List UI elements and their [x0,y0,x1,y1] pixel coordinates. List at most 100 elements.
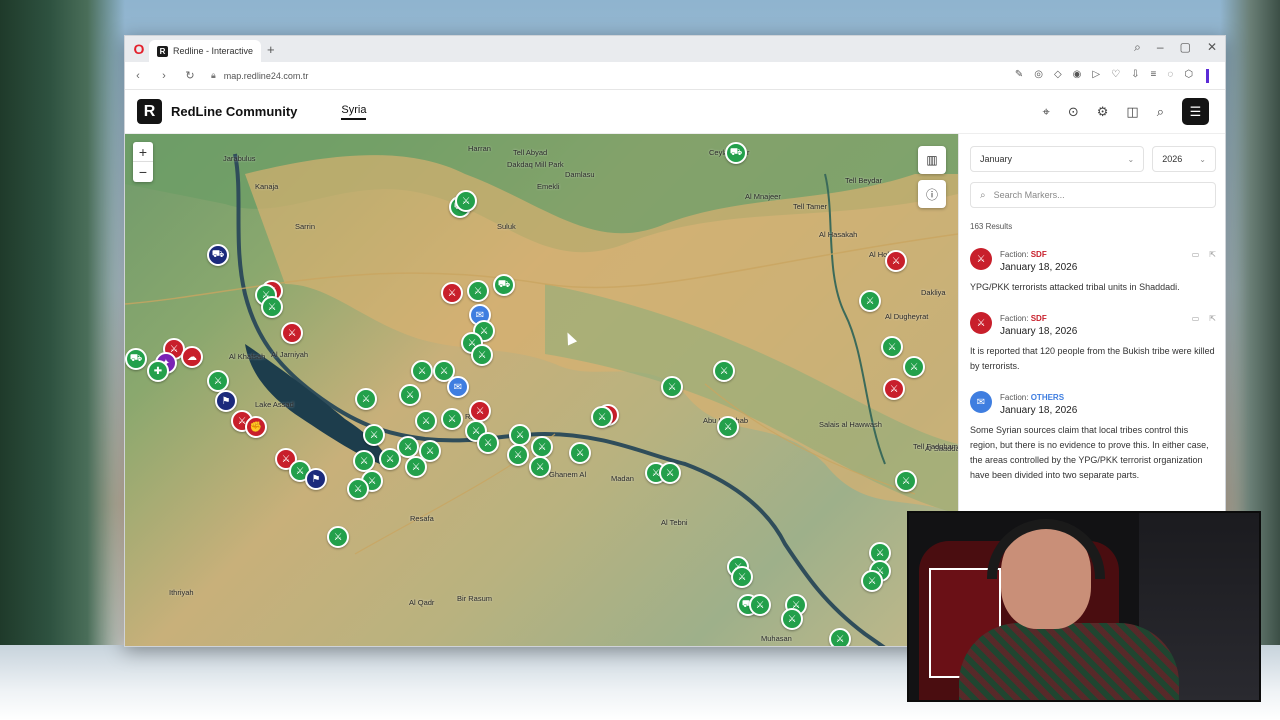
map-marker-clash[interactable]: ⚔ [281,322,303,344]
map-marker-clash[interactable]: ⚔ [829,628,851,646]
map-marker-clash[interactable]: ⚔ [415,410,437,432]
map-marker-clash[interactable]: ⚔ [903,356,925,378]
map-marker-protest[interactable]: ☁ [181,346,203,368]
pin-icon[interactable]: ⊙ [1068,104,1079,120]
month-select[interactable]: January ⌄ [970,146,1145,172]
place-label: Salais al Hawwash [819,420,882,429]
map-marker-clash[interactable]: ⚔ [749,594,771,616]
map-marker-clash[interactable]: ⚔ [569,442,591,464]
external-link-icon[interactable]: ⇱ [1209,250,1216,259]
map-marker-checkpoint[interactable]: ⚑ [305,468,327,490]
tag-icon[interactable]: ⌖ [1043,104,1050,120]
minimize-button[interactable]: – [1157,40,1164,55]
map-marker-clash[interactable]: ⚔ [469,400,491,422]
place-label: Bir Rasum [457,594,493,603]
map-marker-clash[interactable]: ⚔ [379,448,401,470]
map-marker-clash[interactable]: ⚔ [355,388,377,410]
marker-list-item[interactable]: ⚔ Faction: SDF January 18, 2026 ▭ ⇱ YPG/… [970,248,1216,295]
marker-list-item[interactable]: ✉ Faction: OTHERS January 18, 2026 Some … [970,391,1216,483]
map-marker-clash[interactable]: ⚔ [507,444,529,466]
map-marker-protest[interactable]: ✊ [245,416,267,438]
marker-list-item[interactable]: ⚔ Faction: SDF January 18, 2026 ▭ ⇱ It i… [970,312,1216,374]
menu-icon[interactable]: ☰ [1182,98,1209,125]
site-logo[interactable]: R [137,99,162,124]
close-button[interactable]: ✕ [1207,40,1217,55]
map-marker-truck[interactable]: ⛟ [207,244,229,266]
play-icon[interactable]: ▷ [1092,69,1100,83]
reload-icon[interactable]: ↻ [185,69,195,82]
map-marker-clash[interactable]: ⚔ [717,416,739,438]
map-marker-clash[interactable]: ⚔ [661,376,683,398]
map-marker-clash[interactable]: ⚔ [471,344,493,366]
zoom-out-button[interactable]: − [133,162,153,182]
vpn-icon[interactable]: ◉ [1073,69,1082,83]
easy-setup-icon[interactable]: ≡ [1150,69,1156,83]
browser-tab[interactable]: R Redline - Interactive Strat [149,40,261,62]
map-marker-clash[interactable]: ⚔ [441,408,463,430]
map-marker-clash[interactable]: ⚔ [327,526,349,548]
map-marker-support[interactable]: ✚ [147,360,169,382]
tab-syria[interactable]: Syria [341,104,367,120]
external-link-icon[interactable]: ⇱ [1209,314,1216,323]
new-tab-button[interactable]: + [267,42,275,57]
camera-icon[interactable]: ◫ [1126,104,1138,120]
map-marker-clash[interactable]: ⚔ [781,608,803,630]
map-marker-clash[interactable]: ⚔ [411,360,433,382]
zoom-in-button[interactable]: + [133,142,153,162]
info-button[interactable]: ⓘ [918,180,946,208]
video-icon[interactable]: ▭ [1192,314,1200,323]
browser-search-icon[interactable]: ⌕ [1134,40,1141,55]
map-marker-clash[interactable]: ⚔ [529,456,551,478]
map-canvas[interactable]: + − ▥ ⓘ Harran Tell Abyad Ceylanpınar Ja… [125,134,958,646]
map-marker-clash[interactable]: ⚔ [441,282,463,304]
map-marker-truck[interactable]: ⛟ [725,142,747,164]
site-title[interactable]: RedLine Community [171,104,297,119]
shield-icon[interactable]: ◇ [1054,69,1062,83]
opera-logo-icon[interactable]: O [129,41,149,57]
map-marker-clash[interactable]: ⚔ [713,360,735,382]
map-marker-truck[interactable]: ⛟ [493,274,515,296]
maximize-button[interactable]: ▢ [1180,40,1191,55]
search-markers-input[interactable] [993,190,1194,200]
map-marker-clash[interactable]: ⚔ [861,570,883,592]
place-label: Tell Fadghami [913,442,958,451]
layers-button[interactable]: ▥ [918,146,946,174]
map-marker-announcement[interactable]: ✉ [447,376,469,398]
map-marker-truck[interactable]: ⛟ [125,348,147,370]
map-marker-clash[interactable]: ⚔ [347,478,369,500]
search-icon[interactable]: ⌕ [1157,104,1164,120]
back-icon[interactable]: ‹ [133,70,143,82]
map-marker-checkpoint[interactable]: ⚑ [215,390,237,412]
url-field[interactable]: 🔒︎ map.redline24.com.tr [211,70,308,81]
map-marker-clash[interactable]: ⚔ [477,432,499,454]
map-marker-clash[interactable]: ⚔ [207,370,229,392]
map-marker-clash[interactable]: ⚔ [399,384,421,406]
map-marker-clash[interactable]: ⚔ [467,280,489,302]
map-marker-clash[interactable]: ⚔ [881,336,903,358]
profile-icon[interactable]: ◌ [1167,69,1173,83]
map-marker-clash[interactable]: ⚔ [659,462,681,484]
edit-icon[interactable]: ✎ [1015,69,1023,83]
map-marker-clash[interactable]: ⚔ [363,424,385,446]
forward-icon[interactable]: › [159,70,169,82]
map-marker-clash[interactable]: ⚔ [405,456,427,478]
map-marker-clash[interactable]: ⚔ [883,378,905,400]
map-marker-clash[interactable]: ⚔ [885,250,907,272]
heart-icon[interactable]: ♡ [1111,69,1120,83]
year-select[interactable]: 2026 ⌄ [1152,146,1216,172]
map-marker-clash[interactable]: ⚔ [591,406,613,428]
snapshot-icon[interactable]: ◎ [1034,69,1043,83]
item-meta: Faction: SDF January 18, 2026 [1000,312,1077,338]
map-marker-clash[interactable]: ⚔ [859,290,881,312]
map-marker-clash[interactable]: ⚔ [895,470,917,492]
map-marker-clash[interactable]: ⚔ [509,424,531,446]
extensions-icon[interactable]: ⬡ [1184,69,1193,83]
map-marker-clash[interactable]: ⚔ [261,296,283,318]
map-marker-clash[interactable]: ⚔ [731,566,753,588]
map-marker-clash[interactable]: ⚔ [531,436,553,458]
map-marker-clash[interactable]: ⚔ [455,190,477,212]
gear-icon[interactable]: ⚙ [1097,104,1109,120]
download-icon[interactable]: ⇩ [1131,69,1139,83]
map-marker-clash[interactable]: ⚔ [353,450,375,472]
video-icon[interactable]: ▭ [1192,250,1200,259]
